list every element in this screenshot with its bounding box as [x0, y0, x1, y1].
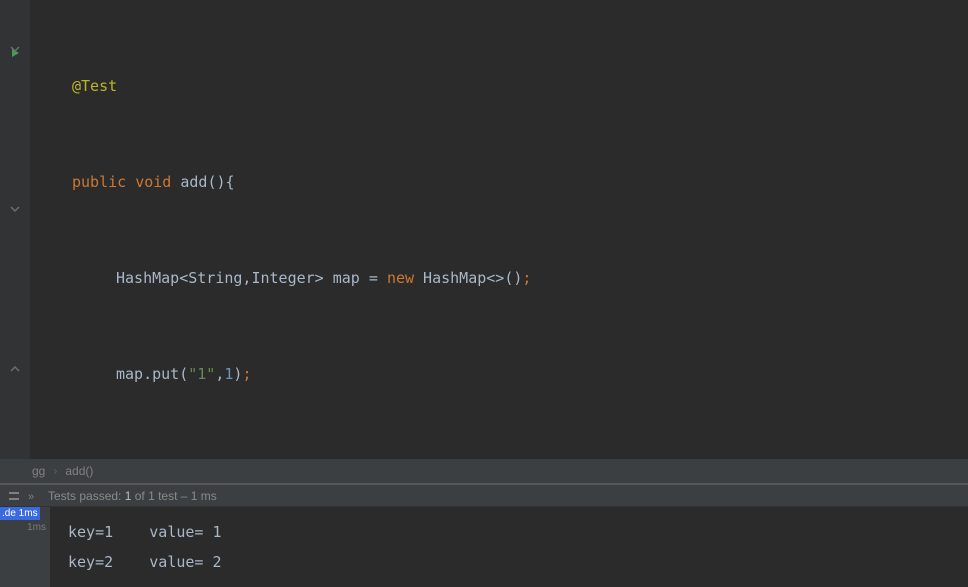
status-of: of 1 test: [131, 489, 177, 503]
editor-area: @Test public void add(){ HashMap<String,…: [0, 0, 968, 459]
punct: (){: [207, 173, 234, 191]
console-output[interactable]: key=1 value= 1key=2 value= 2: [50, 507, 968, 587]
method-name: add: [180, 173, 207, 191]
status-time: – 1 ms: [177, 489, 216, 503]
output-line: key=2 value= 2: [68, 547, 968, 577]
keyword-void: void: [135, 173, 171, 191]
string-literal: "1": [188, 365, 215, 383]
test-tree[interactable]: .de 1ms 1ms: [0, 507, 50, 587]
semicolon: ;: [522, 269, 531, 287]
breadcrumb-item[interactable]: add(): [65, 464, 93, 478]
layout-icon[interactable]: [8, 490, 20, 502]
code-text: HashMap<>(): [414, 269, 522, 287]
output-line: key=1 value= 1: [68, 517, 968, 547]
keyword-new: new: [387, 269, 414, 287]
annotation: @Test: [72, 77, 117, 95]
expand-icon[interactable]: »: [28, 490, 40, 502]
code-editor[interactable]: @Test public void add(){ HashMap<String,…: [30, 0, 968, 459]
code-text: HashMap<String,Integer> map =: [116, 269, 387, 287]
svg-text:»: »: [28, 491, 34, 502]
breadcrumb: gg › add(): [0, 459, 968, 483]
breadcrumb-separator: ›: [53, 464, 57, 478]
fold-icon[interactable]: [10, 44, 20, 54]
semicolon: ;: [242, 365, 251, 383]
test-time: 1ms: [0, 520, 50, 533]
test-badge[interactable]: .de 1ms: [0, 507, 40, 520]
run-toolbar: » Tests passed: 1 of 1 test – 1 ms: [0, 485, 968, 507]
run-panel: .de 1ms 1ms key=1 value= 1key=2 value= 2: [0, 507, 968, 587]
keyword-public: public: [72, 173, 126, 191]
breadcrumb-item[interactable]: gg: [32, 464, 45, 478]
code-text: map.put(: [116, 365, 188, 383]
gutter[interactable]: [0, 0, 30, 459]
fold-icon[interactable]: [10, 204, 20, 214]
fold-icon[interactable]: [10, 364, 20, 374]
test-status: Tests passed: 1 of 1 test – 1 ms: [48, 489, 217, 503]
status-prefix: Tests passed:: [48, 489, 125, 503]
